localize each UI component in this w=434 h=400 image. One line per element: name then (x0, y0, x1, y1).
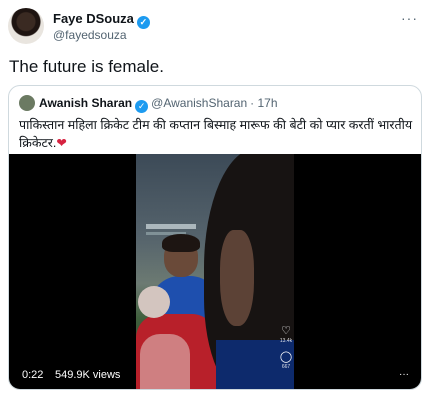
comment-icon[interactable]: ◯ (277, 350, 295, 363)
video-duration: 0:22 (19, 368, 47, 382)
author-name-row[interactable]: Faye DSouza ✓ (53, 11, 150, 29)
heart-emoji: ❤ (56, 136, 67, 150)
quoted-author-name[interactable]: Awanish Sharan (39, 96, 132, 110)
baby-blanket (140, 334, 190, 389)
comment-count: 667 (281, 364, 291, 370)
video-views: 549.9K views (55, 369, 121, 381)
stadium-lights (146, 224, 196, 229)
like-count: 13.4k (279, 338, 293, 344)
author-name[interactable]: Faye DSouza (53, 11, 134, 26)
quoted-tweet[interactable]: Awanish Sharan ✓ @AwanishSharan · 17h पाकिस… (8, 85, 422, 390)
video-player[interactable]: ♡ 13.4k ◯ 667 0:22 549.9K views ··· (9, 154, 421, 389)
author-avatar[interactable] (8, 8, 44, 44)
tweet-header: Faye DSouza ✓ @fayedsouza ··· (8, 8, 428, 48)
baby-head (138, 286, 170, 318)
more-options-icon[interactable]: ··· (395, 366, 413, 384)
like-icon[interactable]: ♡ (277, 324, 295, 337)
video-frame (136, 154, 294, 389)
tweet-text: The future is female. (9, 57, 164, 76)
quoted-tweet-text: पाकिस्तान महिला क्रिकेट टीम की कप्तान बि… (19, 116, 414, 152)
quoted-tweet-body: पाकिस्तान महिला क्रिकेट टीम की कप्तान बि… (19, 118, 413, 150)
author-handle[interactable]: @fayedsouza (53, 28, 127, 42)
quoted-tweet-header: Awanish Sharan ✓ @AwanishSharan · 17h (19, 95, 278, 113)
more-options-icon[interactable]: ··· (401, 10, 418, 26)
verified-badge-icon: ✓ (135, 100, 149, 113)
quoted-tweet-time[interactable]: · 17h (250, 96, 277, 110)
quoted-author-avatar[interactable] (19, 95, 35, 111)
video-side-actions: ♡ 13.4k ◯ 667 (277, 324, 295, 376)
foreground-face (220, 230, 254, 326)
quoted-author-handle[interactable]: @AwanishSharan (151, 96, 247, 110)
cricketer-hair (162, 234, 200, 252)
verified-badge-icon: ✓ (136, 16, 150, 29)
